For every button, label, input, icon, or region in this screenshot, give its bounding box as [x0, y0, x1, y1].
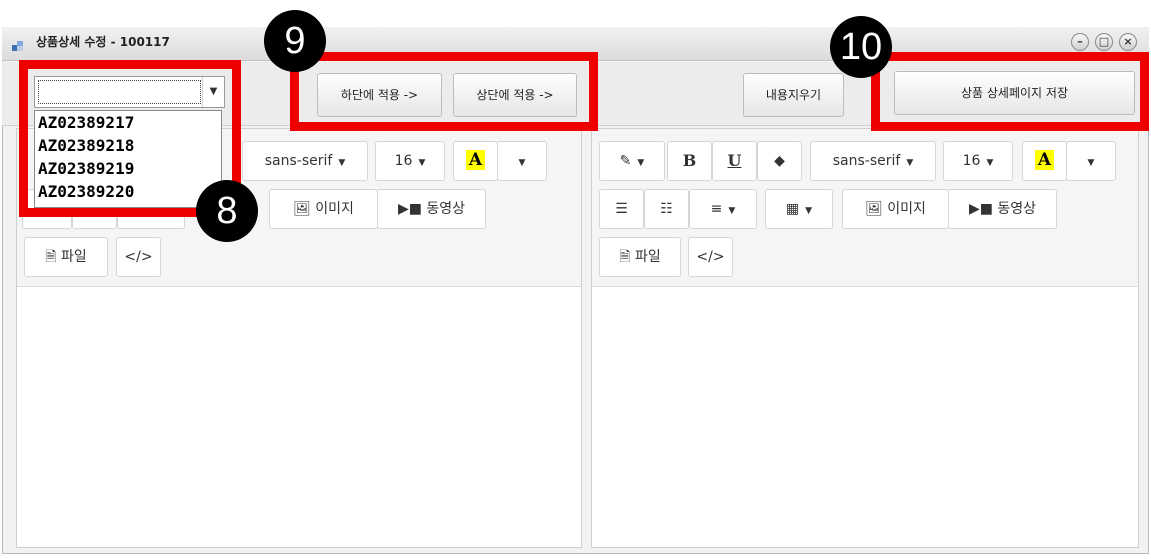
font-size-label: 16 [394, 153, 413, 169]
text-color-dropdown[interactable]: ▼ [497, 141, 547, 181]
font-size-select[interactable]: 16 ▼ [943, 141, 1013, 181]
file-icon: 🗎 [619, 249, 635, 265]
underline-icon: U [727, 151, 742, 170]
insert-image-button[interactable]: 🖼 이미지 [269, 189, 378, 229]
insert-video-button[interactable]: ▶■ 동영상 [948, 189, 1057, 229]
video-icon: ▶■ [397, 201, 427, 217]
table-icon: ▦ [785, 201, 800, 217]
image-icon: 🖼 [865, 201, 888, 217]
insert-image-button[interactable]: 🖼 이미지 [842, 189, 949, 229]
callout-8: 8 [196, 180, 258, 242]
text-color-button[interactable]: A [453, 141, 498, 181]
code-view-button[interactable]: </> [688, 237, 733, 277]
font-size-select[interactable]: 16 ▼ [375, 141, 445, 181]
code-view-button[interactable]: </> [116, 237, 161, 277]
code-icon: </> [696, 249, 725, 265]
chevron-down-icon: ▼ [1087, 158, 1095, 168]
code-icon: </> [124, 249, 153, 265]
file-label: 파일 [634, 249, 661, 265]
magic-wand-icon: ✎ [619, 153, 632, 169]
clear-content-button[interactable]: 내용지우기 [743, 73, 844, 117]
chevron-down-icon: ▼ [338, 158, 346, 168]
ordered-list-button[interactable]: ☷ [644, 189, 689, 229]
editor-right: ✎ ▼ B U ◆ sans-serif ▼ 16 ▼ A ▼ ☰ ☷ ≡ ▼ ▦ ▼ 🖼… [591, 128, 1139, 548]
font-family-select[interactable]: sans-serif ▼ [242, 141, 368, 181]
window-title: 상품상세 수정 - 100117 [36, 35, 170, 49]
image-icon: 🖼 [293, 201, 316, 217]
align-button[interactable]: ≡ ▼ [689, 189, 757, 229]
text-color-icon: A [465, 150, 486, 170]
chevron-down-icon: ▼ [418, 158, 426, 168]
chevron-down-icon: ▼ [518, 158, 526, 168]
eraser-icon: ◆ [774, 153, 785, 169]
highlight-box-9 [290, 52, 598, 131]
maximize-icon[interactable]: □ [1095, 33, 1113, 51]
table-button[interactable]: ▦ ▼ [765, 189, 833, 229]
image-label: 이미지 [315, 201, 354, 217]
callout-9: 9 [264, 10, 326, 72]
text-color-button[interactable]: A [1022, 141, 1067, 181]
style-button[interactable]: ✎ ▼ [599, 141, 665, 181]
bold-button[interactable]: B [667, 141, 712, 181]
text-color-icon: A [1034, 150, 1055, 170]
chevron-down-icon: ▼ [728, 206, 736, 216]
chevron-down-icon: ▼ [906, 158, 914, 168]
image-label: 이미지 [887, 201, 926, 217]
video-icon: ▶■ [968, 201, 998, 217]
app-icon [12, 41, 23, 51]
eraser-button[interactable]: ◆ [757, 141, 802, 181]
chevron-down-icon: ▼ [805, 206, 813, 216]
align-icon: ≡ [710, 201, 723, 217]
highlight-box-10 [871, 52, 1149, 131]
chevron-down-icon: ▼ [986, 158, 994, 168]
callout-10: 10 [830, 16, 892, 78]
file-label: 파일 [60, 249, 87, 265]
video-label: 동영상 [997, 201, 1037, 217]
underline-button[interactable]: U [712, 141, 757, 181]
minimize-icon[interactable]: – [1071, 33, 1089, 51]
bold-icon: B [682, 151, 697, 170]
ordered-list-icon: ☷ [660, 201, 673, 217]
video-label: 동영상 [426, 201, 466, 217]
font-family-select[interactable]: sans-serif ▼ [810, 141, 936, 181]
insert-video-button[interactable]: ▶■ 동영상 [377, 189, 486, 229]
font-size-label: 16 [962, 153, 981, 169]
list-icon: ☰ [615, 201, 628, 217]
font-family-label: sans-serif [832, 153, 901, 169]
insert-file-button[interactable]: 🗎 파일 [24, 237, 108, 277]
close-icon[interactable]: × [1119, 33, 1137, 51]
list-button[interactable]: ☰ [599, 189, 644, 229]
insert-file-button[interactable]: 🗎 파일 [599, 237, 681, 277]
text-color-dropdown[interactable]: ▼ [1066, 141, 1116, 181]
font-family-label: sans-serif [264, 153, 333, 169]
chevron-down-icon: ▼ [637, 158, 645, 168]
file-icon: 🗎 [45, 249, 61, 265]
